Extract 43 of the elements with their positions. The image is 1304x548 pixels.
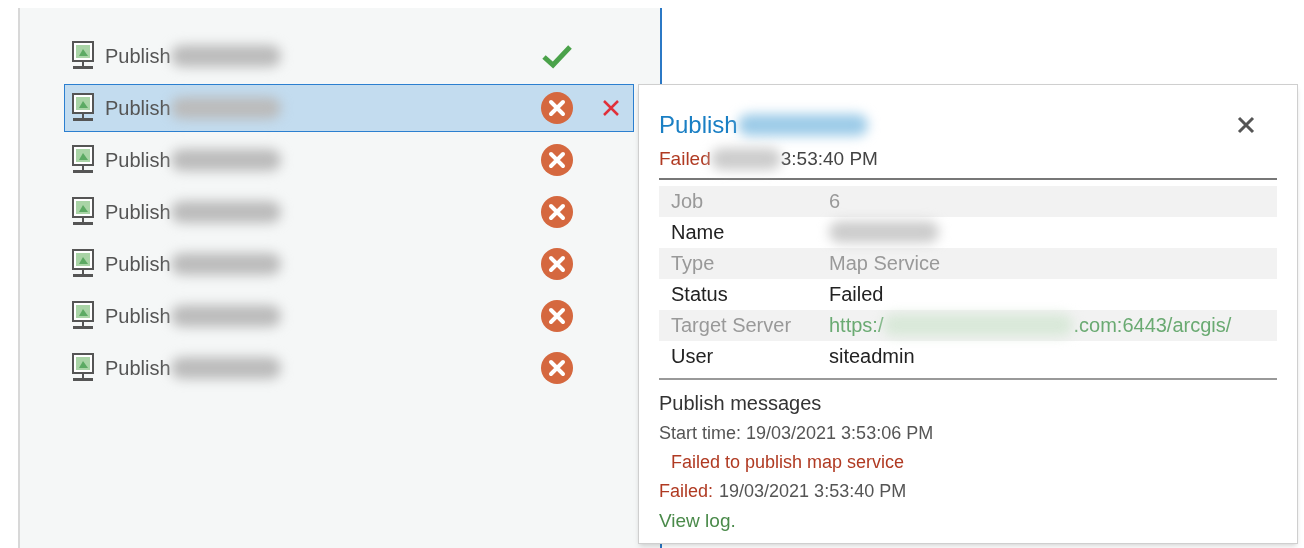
job-label: Publish [105, 148, 171, 173]
field-value: Map Service [829, 251, 941, 276]
job-label: Publish [105, 200, 171, 225]
job-row[interactable]: Publish [64, 32, 634, 80]
close-icon[interactable] [1237, 116, 1255, 134]
field-label: Name [671, 220, 726, 245]
field-label: Job [671, 189, 705, 214]
start-time-message: Start time: 19/03/2021 3:53:06 PM [659, 421, 935, 445]
job-row[interactable]: Publish [64, 84, 634, 132]
job-row[interactable]: Publish [64, 344, 634, 392]
status-label: Failed [659, 147, 711, 171]
failed-time: 3:53:40 PM [780, 147, 878, 171]
job-row[interactable]: Publish [64, 136, 634, 184]
monitor-icon [71, 93, 95, 123]
messages-heading: Publish messages [659, 390, 823, 416]
field-label: Status [671, 282, 729, 307]
failed-label: Failed: [659, 479, 714, 503]
field-label: User [671, 344, 715, 369]
monitor-icon [71, 41, 95, 71]
monitor-icon [71, 197, 95, 227]
popup-title: Publish [659, 110, 738, 140]
blurred-redaction [710, 148, 781, 171]
field-label: Type [671, 251, 716, 276]
monitor-icon [71, 249, 95, 279]
job-row[interactable]: Publish [64, 188, 634, 236]
field-value: Failed [829, 282, 884, 307]
job-label: Publish [105, 304, 171, 329]
job-label: Publish [105, 252, 171, 277]
view-log-link[interactable]: View log. [659, 506, 736, 535]
monitor-icon [71, 145, 95, 175]
field-label: Target Server [671, 313, 793, 338]
error-message: Failed to publish map service [671, 450, 906, 474]
job-label: Publish [105, 96, 171, 121]
job-row[interactable]: Publish [64, 240, 634, 288]
field-value: 6 [829, 189, 841, 214]
field-value: siteadmin [829, 344, 915, 369]
job-label: Publish [105, 44, 171, 69]
failed-time: 19/03/2021 3:53:40 PM [719, 479, 907, 503]
close-icon[interactable] [602, 99, 620, 117]
job-label: Publish [105, 356, 171, 381]
job-row[interactable]: Publish [64, 292, 634, 340]
monitor-icon [71, 353, 95, 383]
monitor-icon [71, 301, 95, 331]
